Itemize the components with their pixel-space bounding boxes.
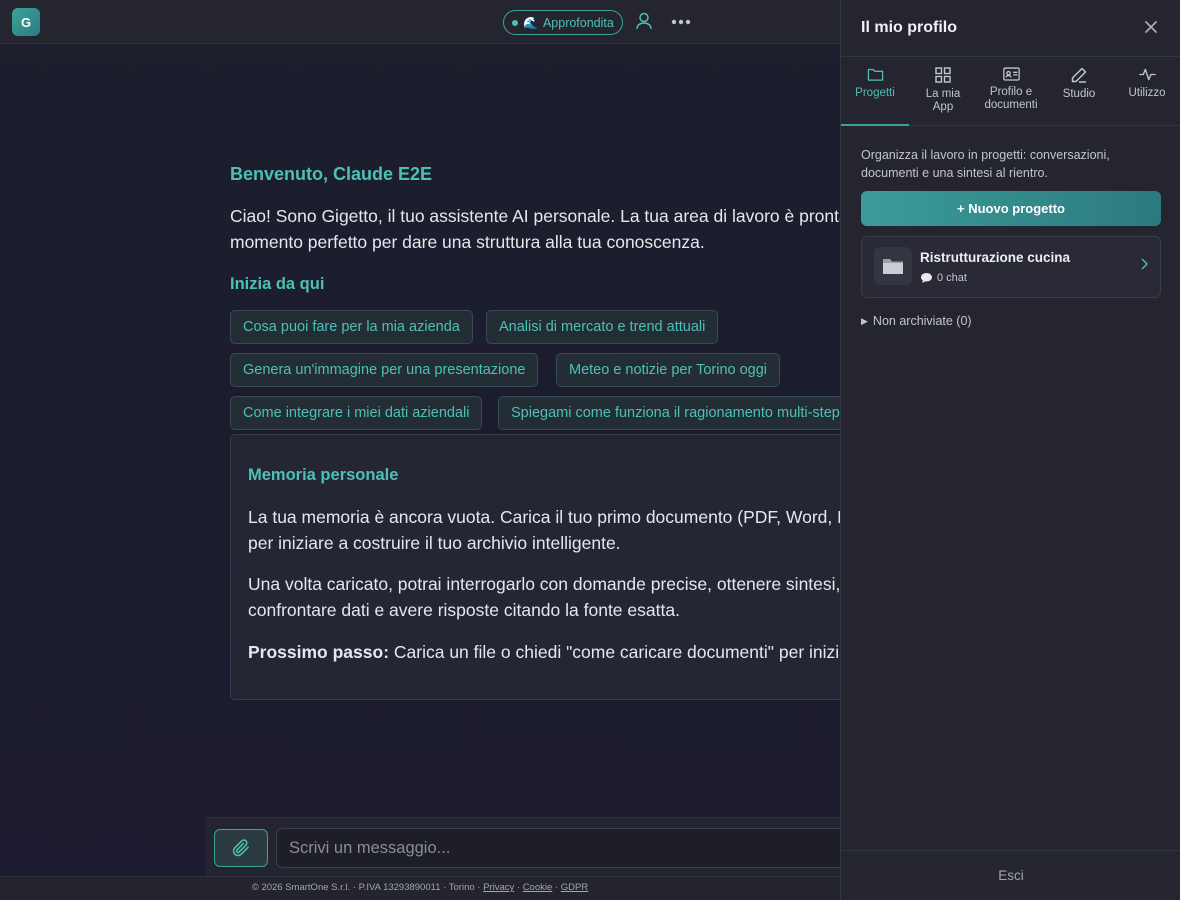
welcome-title: Benvenuto, Claude E2E bbox=[230, 164, 433, 184]
tab-studio[interactable]: Studio bbox=[1045, 57, 1113, 126]
gdpr-link[interactable]: GDPR bbox=[561, 882, 588, 893]
composer bbox=[206, 817, 876, 876]
panel-intro: Organizza il lavoro in progetti: convers… bbox=[861, 148, 1110, 180]
tab-label: Progetti bbox=[855, 87, 895, 99]
close-icon[interactable] bbox=[1144, 18, 1158, 39]
footer-separator: · bbox=[514, 882, 523, 893]
tab-label: Profilo e documenti bbox=[984, 86, 1038, 111]
panel-title: Il mio profilo bbox=[861, 19, 957, 36]
project-card[interactable]: Ristrutturazione cucina 0 chat bbox=[861, 236, 1161, 298]
cookie-link[interactable]: Cookie bbox=[523, 882, 553, 893]
pen-icon bbox=[1071, 67, 1087, 83]
status-dot-icon bbox=[512, 19, 518, 26]
folder-icon bbox=[867, 68, 883, 81]
suggestion-chip[interactable]: Genera un'immagine per una presentazione bbox=[230, 353, 539, 387]
tab-utilizzo[interactable]: Utilizzo bbox=[1113, 57, 1180, 126]
new-project-button[interactable]: + Nuovo progetto bbox=[861, 191, 1161, 226]
archive-label: Non archiviate (0) bbox=[872, 314, 972, 328]
logout-button[interactable]: Esci bbox=[841, 850, 1180, 900]
welcome-text: Ciao! Sono Gigetto, il tuo assistente AI… bbox=[230, 206, 840, 252]
next-step-label: Prossimo passo: bbox=[248, 642, 390, 662]
panel-tabs: Progetti La mia App Profilo e documenti … bbox=[841, 57, 1180, 126]
tab-label: Utilizzo bbox=[1128, 87, 1166, 99]
footer-separator: · bbox=[552, 882, 561, 893]
mode-selector[interactable]: 🌊 Approfondita bbox=[503, 10, 623, 35]
activity-icon bbox=[1138, 68, 1156, 81]
grid-icon bbox=[935, 67, 951, 83]
paperclip-icon bbox=[232, 839, 249, 857]
memory-paragraph: La tua memoria è ancora vuota. Carica il… bbox=[248, 507, 840, 553]
start-title: Inizia da qui bbox=[230, 275, 325, 293]
attach-button[interactable] bbox=[214, 829, 268, 867]
profile-panel: Il mio profilo Progetti La mia App Profi… bbox=[840, 0, 1180, 900]
suggestion-chip[interactable]: Meteo e notizie per Torino oggi bbox=[556, 353, 781, 387]
tab-la-mia-app[interactable]: La mia App bbox=[909, 57, 977, 126]
chat-bubble-icon bbox=[921, 273, 932, 283]
chevron-right-icon bbox=[1140, 257, 1148, 273]
project-chat-count: 0 chat bbox=[937, 272, 967, 284]
privacy-link[interactable]: Privacy bbox=[483, 882, 514, 893]
message-input[interactable] bbox=[276, 828, 876, 868]
suggestion-chip[interactable]: Come integrare i miei dati aziendali bbox=[230, 396, 483, 430]
tab-progetti[interactable]: Progetti bbox=[841, 57, 909, 126]
suggestion-chip[interactable]: Analisi di mercato e trend attuali bbox=[486, 310, 719, 344]
project-name: Ristrutturazione cucina bbox=[920, 250, 1071, 265]
mode-label: Approfondita bbox=[542, 15, 614, 30]
top-bar: G 🌊 Approfondita bbox=[0, 0, 840, 44]
memory-next-step: Prossimo passo: Carica un file o chiedi … bbox=[248, 639, 840, 665]
id-card-icon bbox=[1002, 67, 1020, 81]
project-meta: 0 chat bbox=[920, 272, 967, 284]
archive-toggle[interactable]: ▶ Non archiviate (0) bbox=[861, 314, 972, 328]
triangle-right-icon: ▶ bbox=[861, 315, 868, 326]
next-step-text: Carica un file o chiedi "come caricare d… bbox=[389, 642, 840, 662]
more-dots-icon[interactable] bbox=[671, 13, 691, 36]
user-icon[interactable] bbox=[636, 12, 652, 35]
memory-title: Memoria personale bbox=[248, 466, 399, 484]
footer: © 2026 SmartOne S.r.l. · P.IVA 132938900… bbox=[0, 876, 840, 900]
chat-area: Benvenuto, Claude E2E Ciao! Sono Gigetto… bbox=[0, 44, 840, 876]
memory-paragraph: Una volta caricato, potrai interrogarlo … bbox=[248, 574, 840, 620]
tab-profilo-documenti[interactable]: Profilo e documenti bbox=[977, 57, 1045, 126]
wave-icon: 🌊 bbox=[523, 15, 538, 30]
memory-card: Memoria personale La tua memoria è ancor… bbox=[230, 434, 840, 700]
footer-text: © 2026 SmartOne S.r.l. · P.IVA 132938900… bbox=[251, 882, 484, 893]
tab-label: La mia App bbox=[925, 88, 961, 113]
suggestion-chip[interactable]: Spiegami come funziona il ragionamento m… bbox=[498, 396, 840, 430]
suggestion-chip[interactable]: Cosa puoi fare per la mia azienda bbox=[230, 310, 473, 344]
app-logo[interactable]: G bbox=[12, 8, 40, 36]
tab-label: Studio bbox=[1062, 88, 1096, 100]
folder-emoji-icon bbox=[874, 247, 912, 285]
panel-header: Il mio profilo bbox=[841, 0, 1180, 57]
